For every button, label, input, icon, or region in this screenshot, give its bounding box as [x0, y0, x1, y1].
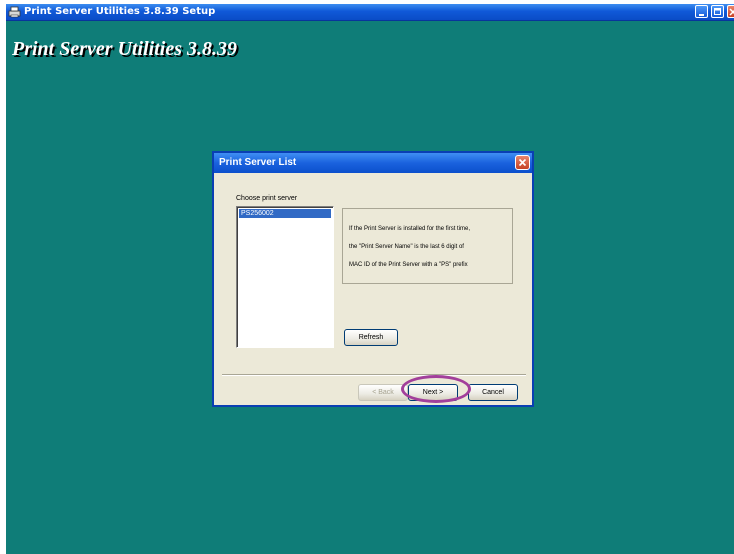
dialog-title: Print Server List: [219, 157, 297, 168]
server-listbox[interactable]: PS256002: [236, 206, 334, 348]
cancel-button[interactable]: Cancel: [468, 384, 518, 401]
maximize-button[interactable]: [711, 5, 724, 18]
info-text-line: If the Print Server is installed for the…: [349, 226, 471, 232]
next-button-highlight: [401, 375, 471, 403]
maximize-icon: [714, 8, 721, 15]
window-title-bar[interactable]: Print Server Utilities 3.8.39 Setup: [6, 4, 734, 21]
list-item[interactable]: PS256002: [239, 209, 331, 218]
window-title: Print Server Utilities 3.8.39 Setup: [24, 6, 216, 17]
window-close-button[interactable]: [727, 5, 734, 18]
info-text-line: the "Print Server Name" is the last 6 di…: [349, 244, 464, 250]
setup-app-icon: [8, 6, 21, 18]
dialog-title-bar[interactable]: Print Server List: [214, 153, 532, 173]
info-groupbox: If the Print Server is installed for the…: [342, 208, 513, 284]
choose-server-label: Choose print server: [236, 195, 298, 202]
info-text-line: MAC ID of the Print Server with a "PS" p…: [349, 262, 468, 268]
minimize-button[interactable]: [695, 5, 708, 18]
print-server-list-dialog: Print Server List Choose print server PS…: [212, 151, 534, 407]
dialog-separator: [222, 374, 526, 376]
banner-title: Print Server Utilities 3.8.39: [12, 38, 237, 60]
refresh-button[interactable]: Refresh: [344, 329, 398, 346]
close-icon: [518, 158, 527, 167]
dialog-close-button[interactable]: [515, 155, 530, 170]
close-icon: [729, 8, 734, 16]
minimize-icon: [699, 14, 704, 16]
